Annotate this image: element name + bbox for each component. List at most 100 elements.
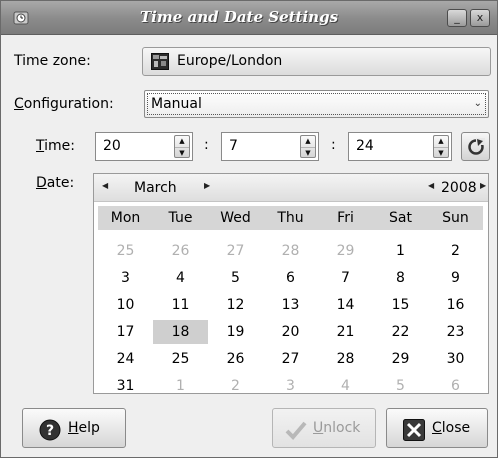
seconds-spinbox[interactable]: 24 ▲ ▼ (348, 132, 452, 161)
calendar-day[interactable]: 13 (263, 293, 318, 317)
calendar-day[interactable]: 3 (98, 266, 153, 290)
weekday-label: Mon (110, 210, 141, 226)
weekday-label: Thu (277, 210, 304, 226)
minimize-button[interactable]: _ (447, 9, 467, 27)
close-label: Close (432, 420, 471, 436)
weekday-label: Wed (220, 210, 251, 226)
calendar-day[interactable]: 24 (98, 347, 153, 371)
close-window-button[interactable]: x (470, 9, 490, 27)
calendar-day[interactable]: 31 (98, 374, 153, 398)
title-bar[interactable]: Time and Date Settings _ x (1, 1, 497, 35)
calendar-day[interactable]: 4 (318, 374, 373, 398)
weekday-label: Fri (337, 210, 354, 226)
calendar-day[interactable]: 4 (153, 266, 208, 290)
minutes-spin-buttons[interactable]: ▲ ▼ (300, 135, 316, 158)
spin-up-icon[interactable]: ▲ (175, 136, 189, 147)
calendar-day[interactable]: 30 (428, 347, 483, 371)
calendar-day[interactable]: 10 (98, 293, 153, 317)
calendar-day[interactable]: 27 (263, 347, 318, 371)
sync-time-button[interactable] (461, 132, 490, 161)
time-date-settings-window: Time and Date Settings _ x Time zone: Eu… (0, 0, 498, 458)
close-icon (403, 418, 425, 441)
calendar-day[interactable]: 25 (153, 347, 208, 371)
timezone-button[interactable]: Europe/London (142, 47, 491, 76)
calendar-day[interactable]: 17 (98, 320, 153, 344)
calendar-day[interactable]: 25 (98, 239, 153, 263)
refresh-icon (467, 138, 485, 160)
checkmark-icon (285, 418, 307, 440)
calendar-day[interactable]: 26 (208, 347, 263, 371)
calendar-day[interactable]: 19 (208, 320, 263, 344)
seconds-value: 24 (356, 138, 374, 154)
hours-spinbox[interactable]: 20 ▲ ▼ (95, 132, 193, 161)
prev-year-icon[interactable]: ◀ (428, 181, 434, 190)
timezone-map-icon (151, 53, 169, 70)
calendar-day[interactable]: 15 (373, 293, 428, 317)
time-separator: : (204, 137, 209, 153)
calendar-day[interactable]: 1 (153, 374, 208, 398)
configuration-value: Manual (151, 96, 202, 112)
calendar-day[interactable]: 2 (428, 239, 483, 263)
calendar-day[interactable]: 12 (208, 293, 263, 317)
calendar-day[interactable]: 22 (373, 320, 428, 344)
calendar-month: March (134, 180, 177, 196)
next-year-icon[interactable]: ▶ (480, 181, 486, 190)
chevron-down-icon: ⌄ (473, 98, 482, 109)
spin-up-icon[interactable]: ▲ (301, 136, 315, 147)
weekday-label: Sun (442, 210, 469, 226)
minutes-spinbox[interactable]: 7 ▲ ▼ (221, 132, 319, 161)
calendar-day[interactable]: 28 (318, 347, 373, 371)
close-button[interactable]: Close (386, 408, 488, 448)
spin-up-icon[interactable]: ▲ (434, 136, 448, 147)
calendar-day[interactable]: 21 (318, 320, 373, 344)
timezone-label: Time zone: (14, 53, 91, 69)
date-label: Date: (36, 175, 75, 191)
unlock-label: Unlock (313, 420, 361, 436)
calendar-day[interactable]: 14 (318, 293, 373, 317)
calendar-day[interactable]: 16 (428, 293, 483, 317)
calendar: ◀ March ▶ ◀ 2008 ▶ Mon Tue Wed Thu Fri Sat Sun… (93, 173, 489, 394)
calendar-year: 2008 (441, 180, 477, 196)
calendar-day[interactable]: 20 (263, 320, 318, 344)
calendar-day[interactable]: 6 (263, 266, 318, 290)
timezone-value: Europe/London (177, 53, 283, 69)
calendar-day[interactable]: 27 (208, 239, 263, 263)
calendar-day[interactable]: 1 (373, 239, 428, 263)
time-label: Time: (36, 138, 75, 154)
seconds-spin-buttons[interactable]: ▲ ▼ (433, 135, 449, 158)
calendar-day[interactable]: 5 (208, 266, 263, 290)
calendar-header: ◀ March ▶ ◀ 2008 ▶ (94, 174, 488, 202)
weekday-header: Mon Tue Wed Thu Fri Sat Sun (98, 206, 483, 230)
help-button[interactable]: ? Help (22, 408, 126, 448)
weekday-label: Tue (168, 210, 193, 226)
calendar-day[interactable]: 7 (318, 266, 373, 290)
calendar-day[interactable]: 29 (318, 239, 373, 263)
app-icon[interactable] (11, 8, 31, 28)
minutes-value: 7 (229, 138, 238, 154)
prev-month-icon[interactable]: ◀ (102, 181, 108, 190)
calendar-day[interactable]: 3 (263, 374, 318, 398)
calendar-day-selected[interactable]: 18 (153, 320, 208, 344)
calendar-day[interactable]: 28 (263, 239, 318, 263)
unlock-button[interactable]: Unlock (272, 408, 376, 448)
window-title: Time and Date Settings (139, 8, 339, 26)
calendar-day[interactable]: 5 (373, 374, 428, 398)
configuration-label: Configuration: (14, 96, 114, 112)
calendar-day[interactable]: 9 (428, 266, 483, 290)
calendar-day[interactable]: 2 (208, 374, 263, 398)
calendar-day[interactable]: 29 (373, 347, 428, 371)
hours-value: 20 (103, 138, 121, 154)
time-separator: : (331, 137, 336, 153)
spin-down-icon[interactable]: ▼ (175, 147, 189, 158)
calendar-day[interactable]: 6 (428, 374, 483, 398)
calendar-day[interactable]: 23 (428, 320, 483, 344)
hours-spin-buttons[interactable]: ▲ ▼ (174, 135, 190, 158)
calendar-day[interactable]: 11 (153, 293, 208, 317)
configuration-combo[interactable]: Manual ⌄ (144, 90, 489, 118)
weekday-label: Sat (389, 210, 412, 226)
spin-down-icon[interactable]: ▼ (301, 147, 315, 158)
spin-down-icon[interactable]: ▼ (434, 147, 448, 158)
calendar-day[interactable]: 26 (153, 239, 208, 263)
next-month-icon[interactable]: ▶ (204, 181, 210, 190)
calendar-day[interactable]: 8 (373, 266, 428, 290)
